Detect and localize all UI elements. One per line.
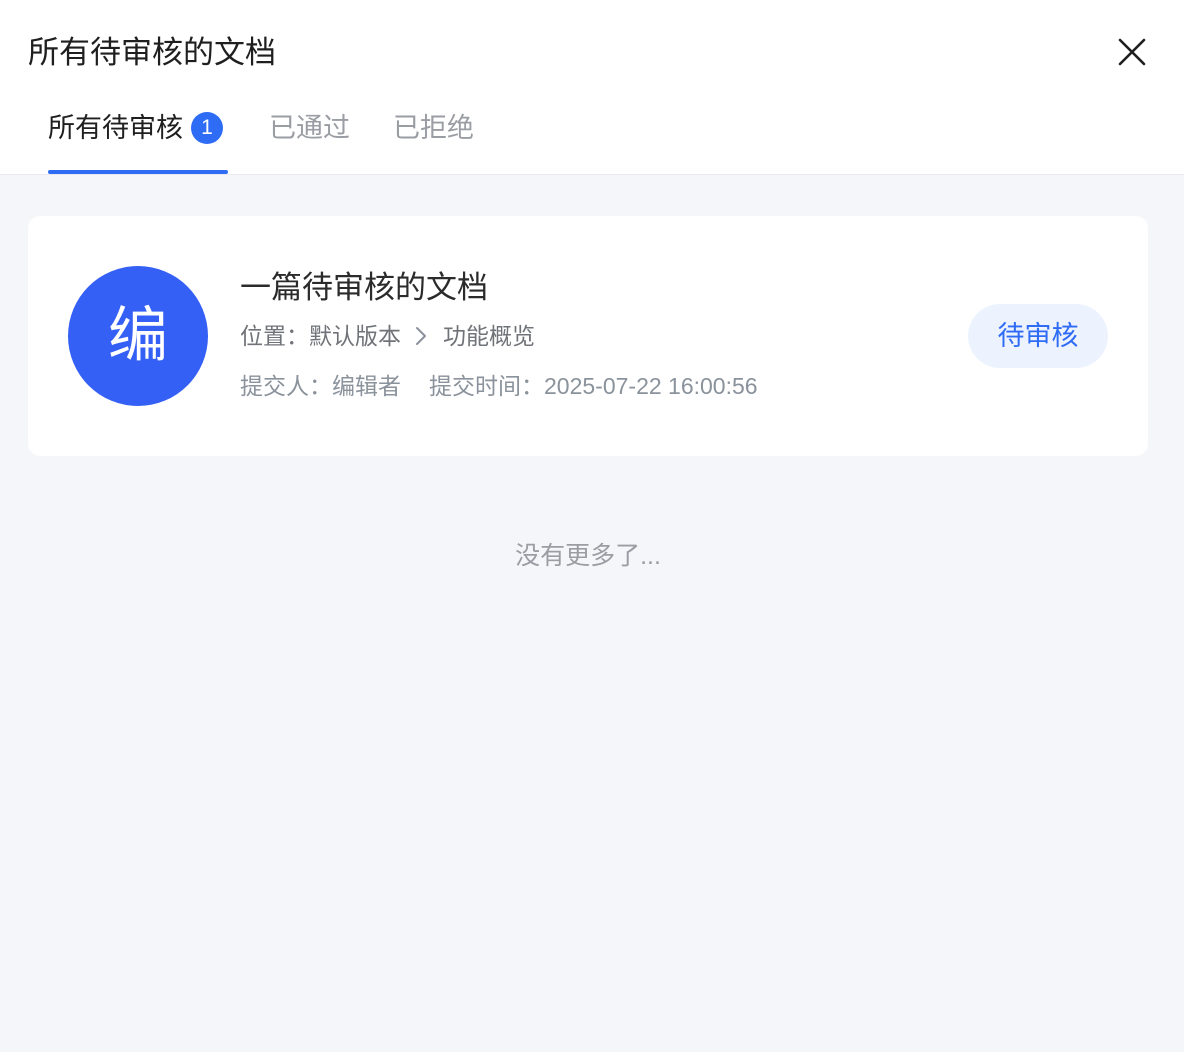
close-button[interactable] [1110,30,1154,74]
location-label: 位置： [240,323,309,349]
location-child: 功能概览 [443,323,535,349]
review-status-button[interactable]: 待审核 [968,304,1108,368]
pending-count-badge: 1 [191,112,223,144]
dialog-title: 所有待审核的文档 [28,35,276,70]
location-parent: 默认版本 [309,323,401,349]
submitter-label: 提交人： [240,373,332,399]
close-icon [1118,38,1146,66]
review-item-card[interactable]: 编 一篇待审核的文档 位置： 默认版本 功能概览 提交人：编辑者 提交时间：202… [28,216,1148,456]
active-tab-indicator [48,170,228,174]
dialog-header: 所有待审核的文档 所有待审核 1 已通过 已拒绝 [0,0,1184,175]
submit-time: 2025-07-22 16:00:56 [544,373,758,399]
tab-label: 已通过 [269,113,350,143]
tab-rejected[interactable]: 已拒绝 [393,104,474,174]
tab-label: 已拒绝 [393,113,474,143]
submitter-name: 编辑者 [332,373,401,399]
chevron-right-icon [415,326,427,346]
avatar: 编 [68,266,208,406]
submission-meta: 提交人：编辑者 提交时间：2025-07-22 16:00:56 [240,370,758,402]
tab-approved[interactable]: 已通过 [269,104,350,174]
submit-time-label: 提交时间： [429,373,544,399]
end-of-list-text: 没有更多了... [515,542,661,570]
document-location: 位置： 默认版本 功能概览 [240,320,535,352]
document-title[interactable]: 一篇待审核的文档 [240,268,488,308]
tab-label: 所有待审核 [48,113,183,143]
tab-all-pending[interactable]: 所有待审核 1 [48,104,228,174]
